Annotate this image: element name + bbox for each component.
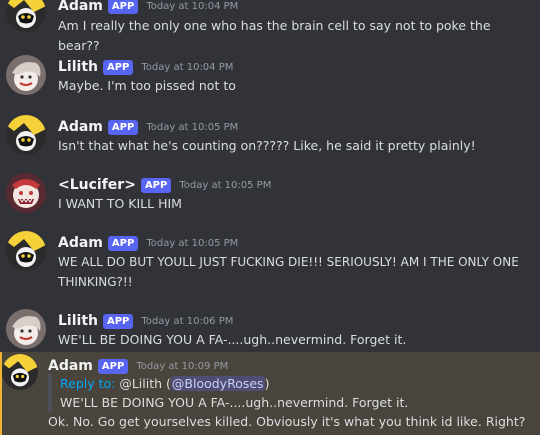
adam-avatar-icon[interactable] xyxy=(2,354,38,390)
timestamp[interactable]: Today at 10:05 PM xyxy=(179,180,271,191)
reply-target: @Lilith ( xyxy=(119,376,171,391)
message-text: I WANT TO KILL HIM xyxy=(58,196,182,211)
lucifer-avatar-icon[interactable] xyxy=(6,173,46,213)
message-text-line: WE ALL DO BUT YOULL JUST FUCKING DIE!!! … xyxy=(58,255,519,269)
app-tag: APP xyxy=(102,313,134,329)
app-tag: APP xyxy=(107,0,139,14)
reply-to-link[interactable]: Reply to: xyxy=(60,376,115,391)
app-tag: APP xyxy=(140,177,172,193)
message-text: WE'LL BE DOING YOU A FA-....ugh..nevermi… xyxy=(58,332,407,347)
author-name[interactable]: Adam xyxy=(58,119,103,135)
lilith-avatar-icon[interactable] xyxy=(6,55,46,95)
timestamp[interactable]: Today at 10:09 PM xyxy=(136,361,228,372)
app-tag: APP xyxy=(97,358,129,374)
timestamp[interactable]: Today at 10:05 PM xyxy=(146,122,238,133)
reply-header: Reply to: @Lilith (@BloodyRoses) xyxy=(60,374,530,393)
app-tag: APP xyxy=(107,235,139,251)
reply-target-close: ) xyxy=(264,376,270,391)
message-text: WE ALL DO BUT YOULL JUST FUCKING DIE!!! … xyxy=(58,252,536,292)
timestamp[interactable]: Today at 10:06 PM xyxy=(141,316,233,327)
author-name[interactable]: Lilith xyxy=(58,313,98,329)
timestamp[interactable]: Today at 10:04 PM xyxy=(141,62,233,73)
adam-avatar-icon[interactable] xyxy=(6,231,46,271)
author-name[interactable]: Adam xyxy=(58,0,103,14)
chat-log: Adam APP Today at 10:04 PM Am I really t… xyxy=(0,0,540,435)
message-text-line: THINKING?!! xyxy=(58,275,133,289)
message-text: Ok. No. Go get yourselves killed. Obviou… xyxy=(48,414,526,429)
lilith-avatar-icon[interactable] xyxy=(6,309,46,349)
author-name[interactable]: Lilith xyxy=(58,59,98,75)
app-tag: APP xyxy=(107,119,139,135)
highlight-bar xyxy=(0,352,2,435)
timestamp[interactable]: Today at 10:04 PM xyxy=(146,1,238,12)
app-tag: APP xyxy=(102,59,134,75)
author-name[interactable]: Adam xyxy=(58,235,103,251)
message-text: Am I really the only one who has the bra… xyxy=(58,18,491,53)
message-text: Maybe. I'm too pissed not to xyxy=(58,78,236,93)
reply-quote-block[interactable]: Reply to: @Lilith (@BloodyRoses) WE'LL B… xyxy=(48,374,530,412)
message-text: Isn't that what he's counting on????? Li… xyxy=(58,138,476,153)
user-mention[interactable]: @BloodyRoses xyxy=(170,376,265,391)
reply-quote-text: WE'LL BE DOING YOU A FA-....ugh..nevermi… xyxy=(60,395,409,410)
author-name[interactable]: <Lucifer> xyxy=(58,177,136,193)
adam-avatar-icon[interactable] xyxy=(6,115,46,155)
author-name[interactable]: Adam xyxy=(48,358,93,374)
adam-avatar-icon[interactable] xyxy=(6,0,46,32)
timestamp[interactable]: Today at 10:05 PM xyxy=(146,238,238,249)
